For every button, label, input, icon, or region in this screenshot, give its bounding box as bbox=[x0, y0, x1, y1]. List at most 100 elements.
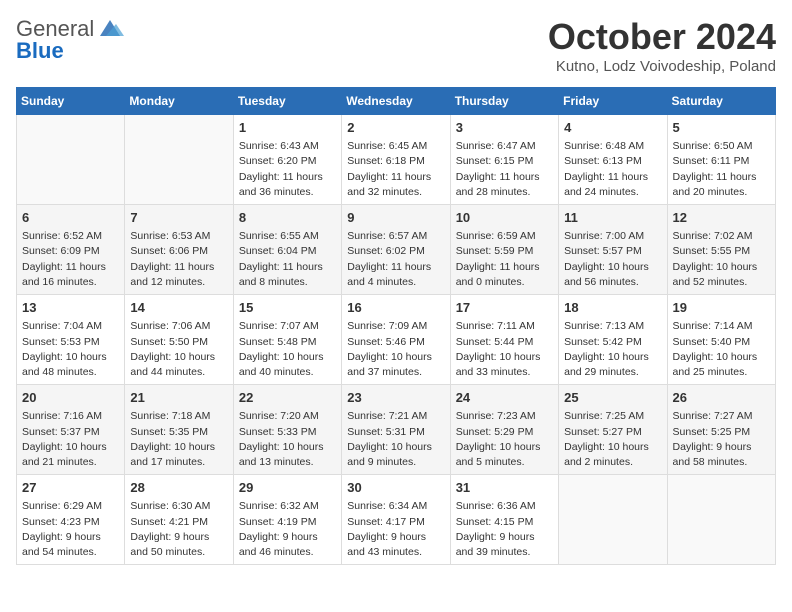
day-info: Sunrise: 7:20 AM Sunset: 5:33 PM Dayligh… bbox=[239, 409, 336, 470]
day-info: Sunrise: 7:23 AM Sunset: 5:29 PM Dayligh… bbox=[456, 409, 553, 470]
calendar-cell: 28 Sunrise: 6:30 AM Sunset: 4:21 PM Dayli… bbox=[125, 475, 233, 565]
day-info: Sunrise: 6:53 AM Sunset: 6:06 PM Dayligh… bbox=[130, 229, 227, 290]
calendar-cell: 11 Sunrise: 7:00 AM Sunset: 5:57 PM Dayli… bbox=[559, 205, 667, 295]
day-number: 28 bbox=[130, 479, 227, 497]
weekday-sunday: Sunday bbox=[17, 88, 125, 115]
calendar-cell: 31 Sunrise: 6:36 AM Sunset: 4:15 PM Dayli… bbox=[450, 475, 558, 565]
day-number: 26 bbox=[673, 389, 770, 407]
calendar-cell: 7Sunrise: 6:53 AM Sunset: 6:06 PM Daylig… bbox=[125, 205, 233, 295]
calendar-cell: 2 Sunrise: 6:45 AM Sunset: 6:18 PM Daylig… bbox=[342, 115, 450, 205]
calendar-cell: 20 Sunrise: 7:16 AM Sunset: 5:37 PM Dayli… bbox=[17, 385, 125, 475]
day-info: Sunrise: 6:47 AM Sunset: 6:15 PM Dayligh… bbox=[456, 139, 553, 200]
calendar-cell: 5 Sunrise: 6:50 AM Sunset: 6:11 PM Daylig… bbox=[667, 115, 775, 205]
calendar-cell: 18 Sunrise: 7:13 AM Sunset: 5:42 PM Dayli… bbox=[559, 295, 667, 385]
weekday-wednesday: Wednesday bbox=[342, 88, 450, 115]
day-info: Sunrise: 6:29 AM Sunset: 4:23 PM Dayligh… bbox=[22, 499, 119, 560]
day-info: Sunrise: 6:50 AM Sunset: 6:11 PM Dayligh… bbox=[673, 139, 770, 200]
day-number: 13 bbox=[22, 299, 119, 317]
calendar-cell: 29Sunrise: 6:32 AM Sunset: 4:19 PM Dayli… bbox=[233, 475, 341, 565]
calendar-cell: 1 Sunrise: 6:43 AM Sunset: 6:20 PM Daylig… bbox=[233, 115, 341, 205]
calendar-cell: 21Sunrise: 7:18 AM Sunset: 5:35 PM Dayli… bbox=[125, 385, 233, 475]
day-number: 20 bbox=[22, 389, 119, 407]
day-number: 3 bbox=[456, 119, 553, 137]
day-info: Sunrise: 7:14 AM Sunset: 5:40 PM Dayligh… bbox=[673, 319, 770, 380]
day-number: 21 bbox=[130, 389, 227, 407]
day-info: Sunrise: 7:02 AM Sunset: 5:55 PM Dayligh… bbox=[673, 229, 770, 290]
day-info: Sunrise: 6:45 AM Sunset: 6:18 PM Dayligh… bbox=[347, 139, 444, 200]
calendar-cell: 17Sunrise: 7:11 AM Sunset: 5:44 PM Dayli… bbox=[450, 295, 558, 385]
calendar-cell: 4Sunrise: 6:48 AM Sunset: 6:13 PM Daylig… bbox=[559, 115, 667, 205]
weekday-monday: Monday bbox=[125, 88, 233, 115]
day-number: 27 bbox=[22, 479, 119, 497]
day-number: 24 bbox=[456, 389, 553, 407]
day-info: Sunrise: 7:00 AM Sunset: 5:57 PM Dayligh… bbox=[564, 229, 661, 290]
day-info: Sunrise: 6:48 AM Sunset: 6:13 PM Dayligh… bbox=[564, 139, 661, 200]
weekday-thursday: Thursday bbox=[450, 88, 558, 115]
day-number: 31 bbox=[456, 479, 553, 497]
page-header: General Blue October 2024 Kutno, Lodz Vo… bbox=[16, 16, 776, 75]
day-info: Sunrise: 6:36 AM Sunset: 4:15 PM Dayligh… bbox=[456, 499, 553, 560]
calendar-cell bbox=[17, 115, 125, 205]
day-number: 22 bbox=[239, 389, 336, 407]
day-number: 11 bbox=[564, 209, 661, 227]
day-number: 14 bbox=[130, 299, 227, 317]
day-info: Sunrise: 7:25 AM Sunset: 5:27 PM Dayligh… bbox=[564, 409, 661, 470]
calendar-cell: 24 Sunrise: 7:23 AM Sunset: 5:29 PM Dayli… bbox=[450, 385, 558, 475]
calendar-cell: 13 Sunrise: 7:04 AM Sunset: 5:53 PM Dayli… bbox=[17, 295, 125, 385]
day-info: Sunrise: 7:21 AM Sunset: 5:31 PM Dayligh… bbox=[347, 409, 444, 470]
day-number: 12 bbox=[673, 209, 770, 227]
day-info: Sunrise: 6:52 AM Sunset: 6:09 PM Dayligh… bbox=[22, 229, 119, 290]
calendar-cell: 16Sunrise: 7:09 AM Sunset: 5:46 PM Dayli… bbox=[342, 295, 450, 385]
month-title: October 2024 bbox=[548, 16, 776, 58]
day-info: Sunrise: 7:07 AM Sunset: 5:48 PM Dayligh… bbox=[239, 319, 336, 380]
calendar-table: SundayMondayTuesdayWednesdayThursdayFrid… bbox=[16, 87, 776, 565]
title-block: October 2024 Kutno, Lodz Voivodeship, Po… bbox=[548, 16, 776, 75]
day-number: 19 bbox=[673, 299, 770, 317]
calendar-cell: 9Sunrise: 6:57 AM Sunset: 6:02 PM Daylig… bbox=[342, 205, 450, 295]
calendar-cell bbox=[667, 475, 775, 565]
day-info: Sunrise: 7:06 AM Sunset: 5:50 PM Dayligh… bbox=[130, 319, 227, 380]
day-number: 15 bbox=[239, 299, 336, 317]
calendar-cell: 23 Sunrise: 7:21 AM Sunset: 5:31 PM Dayli… bbox=[342, 385, 450, 475]
day-number: 6 bbox=[22, 209, 119, 227]
calendar-cell: 15 Sunrise: 7:07 AM Sunset: 5:48 PM Dayli… bbox=[233, 295, 341, 385]
calendar-cell bbox=[559, 475, 667, 565]
calendar-cell: 27 Sunrise: 6:29 AM Sunset: 4:23 PM Dayli… bbox=[17, 475, 125, 565]
day-info: Sunrise: 7:13 AM Sunset: 5:42 PM Dayligh… bbox=[564, 319, 661, 380]
day-number: 30 bbox=[347, 479, 444, 497]
location-text: Kutno, Lodz Voivodeship, Poland bbox=[548, 58, 776, 75]
day-info: Sunrise: 6:57 AM Sunset: 6:02 PM Dayligh… bbox=[347, 229, 444, 290]
day-info: Sunrise: 6:43 AM Sunset: 6:20 PM Dayligh… bbox=[239, 139, 336, 200]
day-number: 17 bbox=[456, 299, 553, 317]
day-info: Sunrise: 7:27 AM Sunset: 5:25 PM Dayligh… bbox=[673, 409, 770, 470]
week-row-5: 27 Sunrise: 6:29 AM Sunset: 4:23 PM Dayli… bbox=[17, 475, 776, 565]
logo: General Blue bbox=[16, 16, 124, 64]
calendar-cell: 30Sunrise: 6:34 AM Sunset: 4:17 PM Dayli… bbox=[342, 475, 450, 565]
calendar-cell bbox=[125, 115, 233, 205]
week-row-4: 20 Sunrise: 7:16 AM Sunset: 5:37 PM Dayli… bbox=[17, 385, 776, 475]
calendar-cell: 14 Sunrise: 7:06 AM Sunset: 5:50 PM Dayli… bbox=[125, 295, 233, 385]
weekday-saturday: Saturday bbox=[667, 88, 775, 115]
day-info: Sunrise: 7:04 AM Sunset: 5:53 PM Dayligh… bbox=[22, 319, 119, 380]
day-number: 29 bbox=[239, 479, 336, 497]
day-info: Sunrise: 6:59 AM Sunset: 5:59 PM Dayligh… bbox=[456, 229, 553, 290]
calendar-cell: 6 Sunrise: 6:52 AM Sunset: 6:09 PM Daylig… bbox=[17, 205, 125, 295]
day-info: Sunrise: 7:16 AM Sunset: 5:37 PM Dayligh… bbox=[22, 409, 119, 470]
logo-icon bbox=[96, 18, 124, 40]
day-info: Sunrise: 7:09 AM Sunset: 5:46 PM Dayligh… bbox=[347, 319, 444, 380]
day-info: Sunrise: 6:30 AM Sunset: 4:21 PM Dayligh… bbox=[130, 499, 227, 560]
day-number: 5 bbox=[673, 119, 770, 137]
calendar-cell: 26 Sunrise: 7:27 AM Sunset: 5:25 PM Dayli… bbox=[667, 385, 775, 475]
day-number: 10 bbox=[456, 209, 553, 227]
day-number: 1 bbox=[239, 119, 336, 137]
day-number: 25 bbox=[564, 389, 661, 407]
calendar-cell: 10 Sunrise: 6:59 AM Sunset: 5:59 PM Dayli… bbox=[450, 205, 558, 295]
day-number: 18 bbox=[564, 299, 661, 317]
week-row-1: 1 Sunrise: 6:43 AM Sunset: 6:20 PM Daylig… bbox=[17, 115, 776, 205]
calendar-cell: 3 Sunrise: 6:47 AM Sunset: 6:15 PM Daylig… bbox=[450, 115, 558, 205]
day-info: Sunrise: 6:55 AM Sunset: 6:04 PM Dayligh… bbox=[239, 229, 336, 290]
day-number: 23 bbox=[347, 389, 444, 407]
weekday-header-row: SundayMondayTuesdayWednesdayThursdayFrid… bbox=[17, 88, 776, 115]
day-number: 2 bbox=[347, 119, 444, 137]
day-number: 8 bbox=[239, 209, 336, 227]
